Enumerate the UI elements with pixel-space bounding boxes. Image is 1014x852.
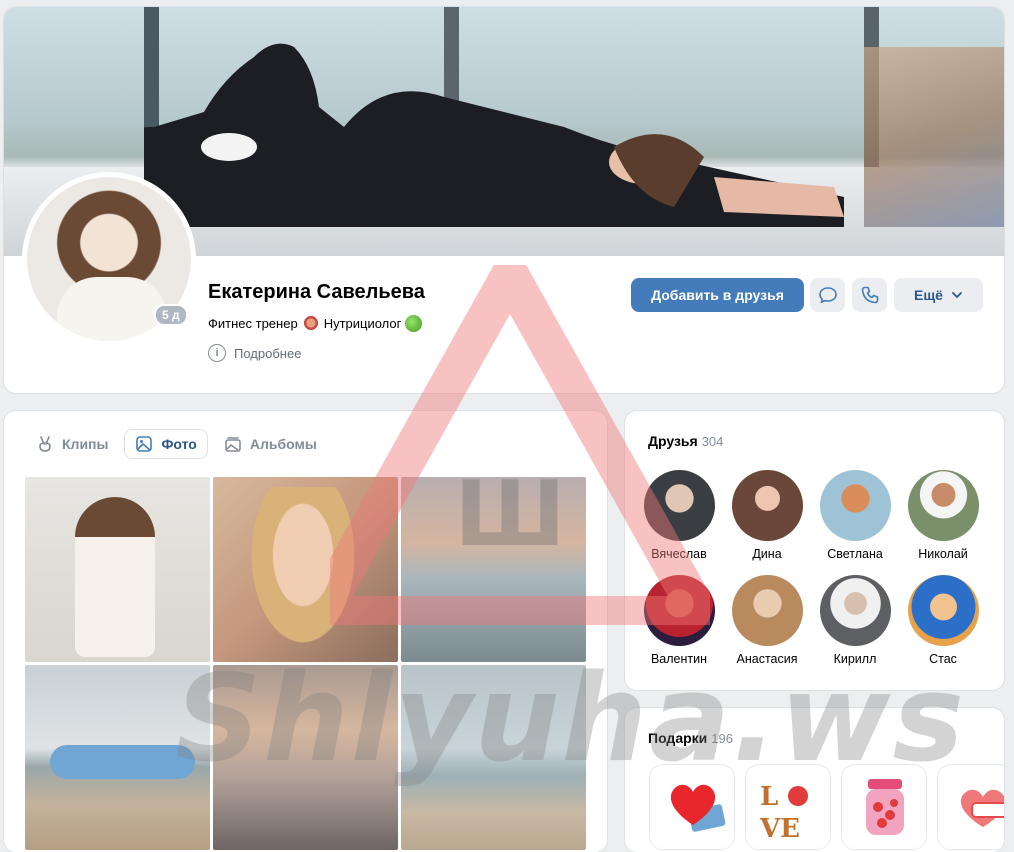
tab-clips[interactable]: Клипы	[26, 429, 118, 459]
photo-thumbnail[interactable]	[401, 665, 586, 850]
tab-photo[interactable]: Фото	[124, 429, 208, 459]
friend-name: Стас	[929, 652, 957, 666]
friend-item[interactable]: Вячеслав	[635, 470, 723, 561]
more-info-link[interactable]: i Подробнее	[208, 344, 301, 362]
profile-name: Екатерина Савельева	[208, 281, 425, 303]
photo-icon	[136, 436, 153, 452]
friend-item[interactable]: Дина	[723, 470, 811, 561]
friends-count: 304	[701, 434, 724, 449]
status-text-nutritionist: Нутрициолог	[323, 315, 402, 331]
friend-item[interactable]: Стас	[899, 575, 987, 666]
friend-name: Валентин	[650, 652, 708, 666]
tab-photo-label: Фото	[161, 436, 197, 452]
friend-item[interactable]: Кирилл	[811, 575, 899, 666]
gift-item[interactable]	[937, 764, 1004, 850]
tab-clips-label: Клипы	[62, 436, 109, 452]
gifts-count: 196	[711, 731, 733, 746]
friend-name: Вячеслав	[651, 547, 707, 561]
tab-albums-label: Альбомы	[249, 436, 317, 452]
friend-item[interactable]: Валентин	[635, 575, 723, 666]
last-seen-badge: 5 д	[154, 304, 188, 326]
love-letters-icon: L VE	[759, 782, 808, 844]
friend-item[interactable]: Светлана	[811, 470, 899, 561]
friend-avatar	[643, 575, 715, 646]
profile-status: Фитнес тренер Нутрициолог	[208, 314, 423, 332]
gifts-title: Подарки	[648, 730, 708, 746]
cover-city-view	[864, 47, 1004, 227]
photo-thumbnail[interactable]	[213, 665, 398, 850]
friends-header[interactable]: Друзья 304	[648, 433, 723, 449]
gift-item[interactable]	[841, 764, 927, 850]
friend-name: Кирилл	[833, 652, 877, 666]
friend-avatar	[731, 575, 803, 646]
friends-section: Друзья 304 Вячеслав Дина Светлана Николай…	[625, 411, 1004, 690]
add-friend-button[interactable]: Добавить в друзья	[631, 278, 804, 312]
message-button[interactable]	[810, 278, 845, 312]
friend-avatar	[819, 575, 891, 646]
heart-phone-icon	[670, 784, 726, 832]
svg-text:L: L	[760, 782, 778, 812]
friend-name: Николай	[918, 547, 968, 561]
tab-albums[interactable]: Альбомы	[214, 429, 327, 459]
photos-section: Клипы Фото Альбомы	[4, 411, 607, 852]
gifts-header[interactable]: Подарки 196	[648, 730, 733, 746]
gift-item[interactable]: L VE	[745, 764, 831, 850]
friends-title: Друзья	[648, 433, 698, 449]
green-apple-icon	[405, 314, 423, 332]
chevron-down-icon	[952, 292, 962, 299]
more-info-label: Подробнее	[234, 345, 302, 361]
photo-thumbnail[interactable]	[213, 477, 398, 662]
friend-item[interactable]: Николай	[899, 470, 987, 561]
photo-thumbnail[interactable]	[401, 477, 586, 662]
photo-tabs: Клипы Фото Альбомы	[26, 429, 327, 459]
candy-jar-icon	[866, 779, 904, 835]
friend-avatar	[907, 575, 979, 646]
info-icon: i	[208, 344, 226, 362]
status-text-trainer: Фитнес тренер	[208, 315, 298, 331]
albums-icon	[225, 437, 241, 452]
profile-card: 5 д Екатерина Савельева Фитнес тренер Ну…	[4, 7, 1004, 393]
friend-name: Анастасия	[736, 652, 798, 666]
friend-avatar	[731, 470, 803, 541]
gifts-section: Подарки 196 L VE	[625, 708, 1004, 852]
friend-name: Дина	[752, 547, 782, 561]
avatar-jacket	[57, 277, 167, 341]
gift-item[interactable]	[649, 764, 735, 850]
photo-thumbnail[interactable]	[25, 477, 210, 662]
more-button-label: Ещё	[914, 287, 943, 303]
friend-item[interactable]: Анастасия	[723, 575, 811, 666]
photo-grid	[25, 477, 587, 850]
more-button[interactable]: Ещё	[894, 278, 983, 312]
friend-avatar	[643, 470, 715, 541]
friend-name: Светлана	[827, 547, 883, 561]
clips-icon	[39, 436, 51, 452]
friend-avatar	[907, 470, 979, 541]
svg-text:VE: VE	[759, 814, 800, 844]
muscle-emoji-icon	[301, 314, 320, 332]
phone-icon	[861, 286, 878, 304]
photo-thumbnail[interactable]	[25, 665, 210, 850]
cover-person	[144, 43, 844, 227]
heart-card-icon	[960, 789, 1004, 827]
friend-avatar	[819, 470, 891, 541]
call-button[interactable]	[852, 278, 887, 312]
message-icon	[818, 287, 837, 304]
